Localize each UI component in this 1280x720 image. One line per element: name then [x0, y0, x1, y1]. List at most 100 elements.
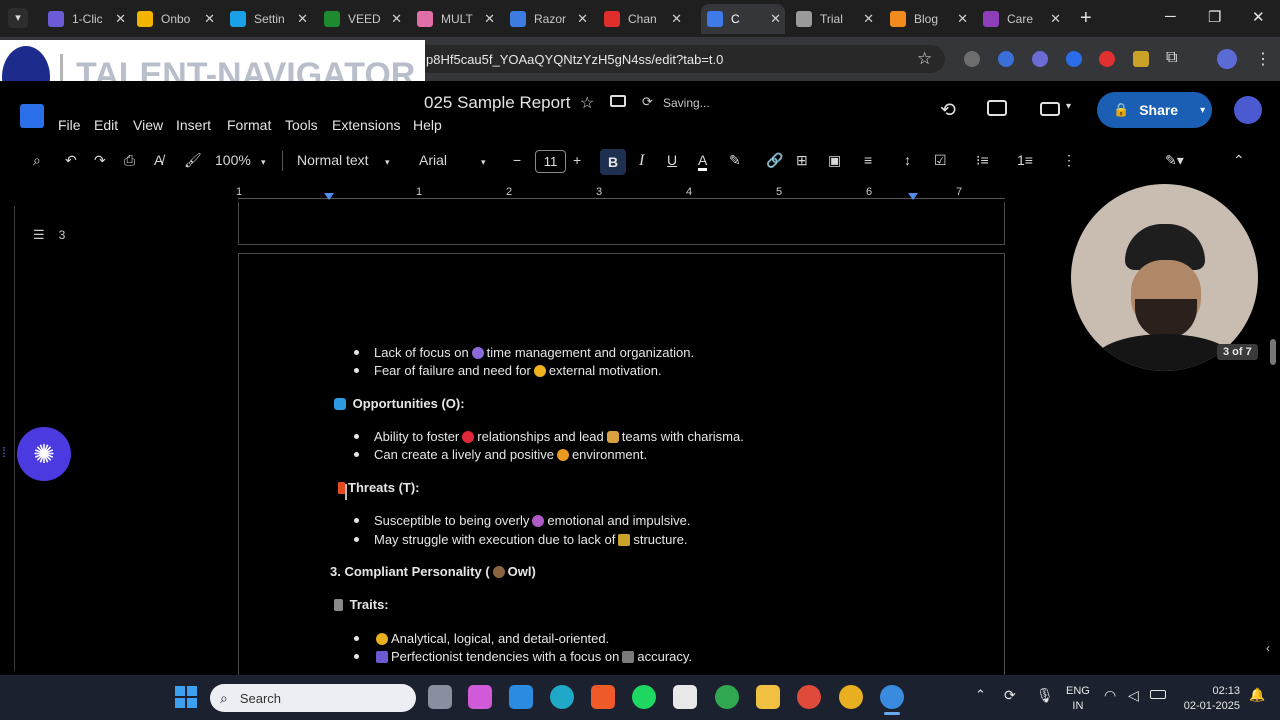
- side-handle-icon[interactable]: ⁞: [2, 444, 6, 460]
- editing-mode-icon[interactable]: ✎▾: [1165, 152, 1184, 169]
- bold-button[interactable]: B: [600, 149, 626, 175]
- extension-icon-6[interactable]: [1133, 51, 1149, 67]
- chrome-profile-4-icon[interactable]: [880, 685, 904, 709]
- zoom-dropdown-icon[interactable]: ▾: [261, 157, 266, 168]
- section-heading-threats[interactable]: Threats (T):: [335, 480, 420, 495]
- search-menus-icon[interactable]: ⌕: [33, 152, 41, 169]
- tab-close-icon[interactable]: ✕: [391, 11, 402, 27]
- tab-close-icon[interactable]: ✕: [863, 11, 874, 27]
- checklist-icon[interactable]: ☑: [934, 152, 947, 169]
- underline-icon[interactable]: U: [667, 152, 677, 168]
- redo-icon[interactable]: ↷: [94, 152, 106, 169]
- star-doc-icon[interactable]: ☆: [580, 93, 594, 113]
- file-explorer-icon[interactable]: [756, 685, 780, 709]
- vertical-scrollbar[interactable]: [1270, 339, 1276, 365]
- tab-close-icon[interactable]: ✕: [577, 11, 588, 27]
- text-color-icon[interactable]: A: [698, 152, 708, 171]
- tab-close-icon[interactable]: ✕: [957, 11, 968, 27]
- tab-close-icon[interactable]: ✕: [115, 11, 126, 27]
- minimize-icon[interactable]: ─: [1165, 8, 1176, 25]
- chrome-profile-2-icon[interactable]: [797, 685, 821, 709]
- maximize-icon[interactable]: ❐: [1208, 8, 1221, 26]
- floating-assistant-button[interactable]: ✺: [17, 427, 71, 481]
- decrease-font-icon[interactable]: −: [513, 152, 521, 168]
- menu-item-edit[interactable]: Edit: [94, 117, 118, 133]
- section-heading-opportunities[interactable]: Opportunities (O):: [331, 396, 465, 411]
- tab-search-button[interactable]: ▾: [8, 8, 28, 28]
- brave-icon[interactable]: [591, 685, 615, 709]
- browser-tab[interactable]: Chan ✕: [598, 4, 686, 34]
- browser-tab[interactable]: Onbo ✕: [131, 4, 219, 34]
- font-dropdown-icon[interactable]: ▾: [481, 157, 486, 168]
- browser-tab[interactable]: MULT ✕: [411, 4, 499, 34]
- menu-item-view[interactable]: View: [133, 117, 163, 133]
- paint-format-icon[interactable]: 🖌: [184, 152, 202, 169]
- bulleted-list-icon[interactable]: ⁝≡: [976, 152, 989, 169]
- insert-link-icon[interactable]: 🔗: [766, 152, 783, 169]
- clock[interactable]: 02:13 02-01-2025: [1180, 684, 1240, 714]
- extension-icon-4[interactable]: [1066, 51, 1082, 67]
- share-dropdown-icon[interactable]: ▾: [1200, 105, 1205, 116]
- browser-tab[interactable]: Razor ✕: [504, 4, 592, 34]
- list-item[interactable]: Perfectionist tendencies with a focus on…: [374, 649, 692, 664]
- list-item[interactable]: Ability to foster relationships and lead t…: [374, 429, 744, 444]
- line-spacing-icon[interactable]: ↕: [904, 152, 911, 168]
- numbered-list-icon[interactable]: 1≡: [1017, 152, 1033, 168]
- style-dropdown-icon[interactable]: ▾: [385, 157, 390, 168]
- tab-close-icon[interactable]: ✕: [1050, 11, 1061, 27]
- extension-icon-1[interactable]: [964, 51, 980, 67]
- sync-tray-icon[interactable]: ⟳: [1004, 687, 1016, 704]
- list-item[interactable]: Fear of failure and need for external mot…: [374, 363, 662, 378]
- chrome-profile-1-icon[interactable]: [715, 685, 739, 709]
- volume-icon[interactable]: ◁: [1128, 687, 1139, 704]
- tab-close-icon[interactable]: ✕: [770, 11, 781, 27]
- menu-item-file[interactable]: File: [58, 117, 81, 133]
- notification-bell-icon[interactable]: 🔔: [1249, 687, 1265, 703]
- microphone-icon[interactable]: 🎙: [1036, 687, 1054, 704]
- tab-close-icon[interactable]: ✕: [297, 11, 308, 27]
- browser-tab[interactable]: Care ✕: [977, 4, 1065, 34]
- zoom-select[interactable]: 100%: [215, 152, 251, 168]
- menu-item-tools[interactable]: Tools: [285, 117, 318, 133]
- url-text[interactable]: p8Hf5cau5f_YOAaQYQNtzYzH5gN4ss/edit?tab=…: [426, 52, 723, 67]
- list-item[interactable]: May struggle with execution due to lack …: [374, 532, 688, 547]
- side-panel-toggle-icon[interactable]: ‹: [1266, 641, 1270, 655]
- tab-close-icon[interactable]: ✕: [204, 11, 215, 27]
- collapse-menus-icon[interactable]: ⌃: [1233, 152, 1245, 169]
- version-history-icon[interactable]: ⟲: [940, 99, 956, 122]
- tab-close-icon[interactable]: ✕: [671, 11, 682, 27]
- extension-icon-3[interactable]: [1032, 51, 1048, 67]
- account-avatar[interactable]: [1234, 96, 1262, 124]
- browser-tab[interactable]: Trial ✕: [790, 4, 878, 34]
- move-folder-icon[interactable]: [610, 95, 626, 107]
- browser-tab[interactable]: 1-Clic ✕: [42, 4, 130, 34]
- battery-icon[interactable]: [1150, 690, 1166, 699]
- wifi-icon[interactable]: ◠: [1104, 687, 1116, 704]
- print-icon[interactable]: ⎙: [124, 152, 135, 169]
- windows-start-icon[interactable]: [175, 686, 197, 708]
- list-item[interactable]: Lack of focus on time management and orga…: [374, 345, 694, 360]
- tab-close-icon[interactable]: ✕: [484, 11, 495, 27]
- undo-icon[interactable]: ↶: [65, 152, 77, 169]
- italic-icon[interactable]: I: [639, 152, 644, 170]
- insert-comment-icon[interactable]: ⊞: [796, 152, 808, 169]
- share-button[interactable]: 🔒 Share ▾: [1097, 92, 1212, 128]
- list-item[interactable]: Susceptible to being overly emotional and…: [374, 513, 690, 528]
- extension-icon-2[interactable]: [998, 51, 1014, 67]
- browser-tab[interactable]: VEED ✕: [318, 4, 406, 34]
- list-item[interactable]: Analytical, logical, and detail-oriented…: [374, 631, 609, 646]
- extensions-puzzle-icon[interactable]: ⧉: [1166, 49, 1177, 67]
- menu-item-help[interactable]: Help: [413, 117, 442, 133]
- task-view-icon[interactable]: [428, 685, 452, 709]
- edge-icon[interactable]: [550, 685, 574, 709]
- menu-item-format[interactable]: Format: [227, 117, 271, 133]
- spotify-icon[interactable]: [632, 685, 656, 709]
- increase-font-icon[interactable]: +: [573, 152, 581, 168]
- insert-image-icon[interactable]: ▣: [828, 152, 841, 169]
- font-size-input[interactable]: 11: [535, 150, 566, 173]
- list-item[interactable]: Can create a lively and positive environm…: [374, 447, 647, 462]
- style-select[interactable]: Normal text: [297, 152, 369, 168]
- docs-logo-icon[interactable]: [20, 104, 44, 128]
- browser-menu-icon[interactable]: ⋮: [1255, 49, 1271, 69]
- chrome-profile-3-icon[interactable]: [839, 685, 863, 709]
